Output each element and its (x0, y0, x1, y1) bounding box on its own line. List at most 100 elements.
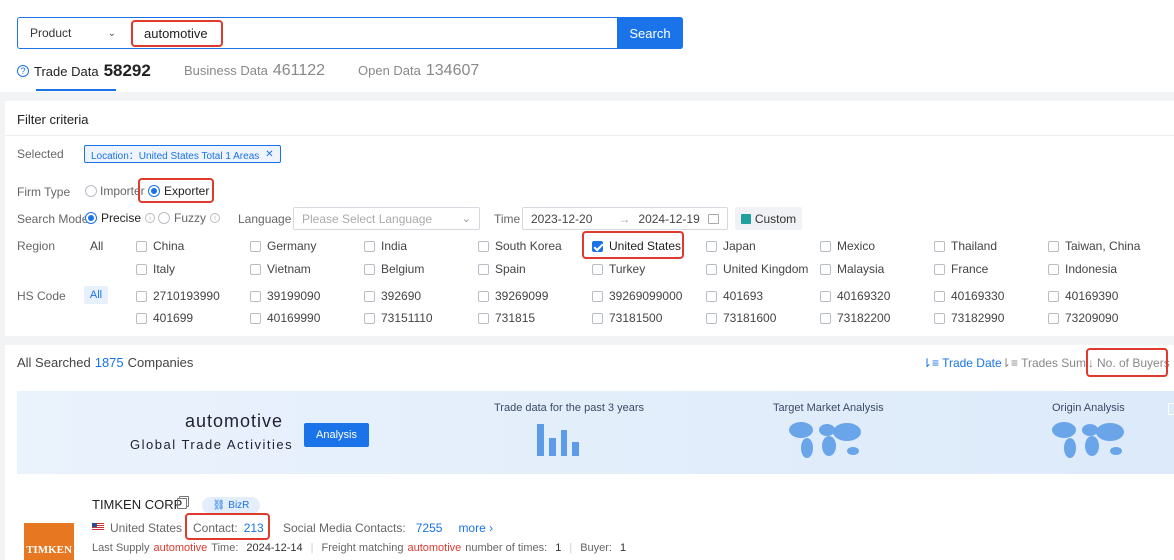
region-label: Germany (267, 239, 317, 253)
analysis-button[interactable]: Analysis (304, 423, 369, 447)
tab-open-data[interactable]: Open Data 134607 (358, 62, 479, 80)
region-label: Italy (153, 262, 176, 276)
hs-code-option[interactable]: 40169330 (934, 289, 1004, 303)
hs-code-option[interactable]: 73182990 (934, 311, 1004, 325)
hs-code-option[interactable]: 73151110 (364, 311, 433, 325)
hs-code-option[interactable]: 73181600 (706, 311, 776, 325)
region-option[interactable]: Belgium (364, 262, 424, 276)
country-flag-icon (92, 523, 104, 531)
region-option[interactable]: Mexico (820, 239, 875, 253)
last-supply-time-label: Time: (211, 542, 239, 554)
hs-code-option[interactable]: 401699 (136, 311, 193, 325)
region-option[interactable]: Germany (250, 239, 316, 253)
radio-exporter[interactable]: Exporter (148, 184, 209, 198)
tab-trade-data[interactable]: ? Trade Data 58292 (17, 61, 151, 81)
region-option[interactable]: France (934, 262, 988, 276)
copy-icon[interactable] (177, 498, 187, 509)
region-all[interactable]: All (90, 239, 103, 253)
hs-code-option[interactable]: 40169990 (250, 311, 320, 325)
bar (537, 424, 544, 456)
custom-label: Custom (754, 211, 797, 226)
hs-code-option[interactable]: 401693 (706, 289, 763, 303)
region-option[interactable]: India (364, 239, 407, 253)
tab-business-data[interactable]: Business Data 461122 (184, 62, 325, 80)
checkbox-icon (250, 312, 261, 324)
region-label: Malaysia (837, 262, 885, 276)
hs-code-option[interactable]: 39269099 (478, 289, 548, 303)
region-option[interactable]: South Korea (478, 239, 562, 253)
sort-icon: ⇂≡ (1001, 356, 1019, 370)
sort-no-of-buyers[interactable]: ↓ No. of Buyers (1088, 356, 1170, 370)
radio-label: Importer (100, 184, 145, 198)
search-input[interactable] (134, 20, 614, 46)
hs-code-option[interactable]: 392690 (364, 289, 421, 303)
region-option[interactable]: Malaysia (820, 262, 884, 276)
region-option[interactable]: Turkey (592, 262, 645, 276)
hs-code-option[interactable]: 39269099000 (592, 289, 682, 303)
company-logo[interactable]: TIMKEN (24, 523, 74, 560)
arrow-icon: → (618, 211, 631, 226)
region-option[interactable]: Vietnam (250, 262, 311, 276)
region-option[interactable]: United Kingdom (706, 262, 808, 276)
contact-info[interactable]: Contact: 213 (193, 521, 264, 535)
sort-label: No. of Buyers (1097, 356, 1170, 370)
region-label: France (951, 262, 989, 276)
radio-fuzzy[interactable]: Fuzzy i (158, 211, 221, 225)
radio-importer[interactable]: Importer (85, 184, 145, 198)
firm-type-label: Firm Type (17, 185, 71, 199)
checkbox-icon (250, 290, 261, 302)
date-range-picker[interactable]: 2023-12-20 → 2024-12-19 (522, 207, 728, 230)
region-option[interactable]: Thailand (934, 239, 997, 253)
custom-button[interactable]: Custom (735, 207, 802, 230)
hs-code-option[interactable]: 2710193990 (136, 289, 220, 303)
flag-canton (92, 523, 97, 527)
region-option[interactable]: China (136, 239, 184, 253)
radio-precise[interactable]: Precise i (85, 211, 156, 225)
chevron-down-icon: ⌄ (461, 213, 471, 225)
checkbox-icon (1048, 263, 1059, 275)
tab-count: 58292 (103, 61, 151, 80)
region-option[interactable]: Taiwan, China (1048, 239, 1140, 253)
results-prefix: All Searched (17, 355, 91, 370)
social-info[interactable]: Social Media Contacts: 7255 more › (283, 521, 493, 535)
badge-label: BizR (228, 500, 250, 511)
social-value[interactable]: 7255 (416, 521, 443, 535)
selected-tag[interactable]: Location：United States Total 1 Areas ✕ (84, 145, 281, 163)
company-name[interactable]: TIMKEN CORP (92, 497, 182, 512)
hs-code-label: 73151110 (381, 311, 433, 325)
close-icon[interactable]: ✕ (265, 149, 273, 160)
checkbox-icon (934, 312, 945, 324)
search-button[interactable]: Search (617, 17, 683, 49)
region-option[interactable]: Indonesia (1048, 262, 1117, 276)
last-supply-label: Last Supply (92, 542, 150, 554)
hs-code-label: 392690 (381, 289, 422, 303)
language-select[interactable]: Please Select Language ⌄ (293, 207, 480, 230)
hs-code-option[interactable]: 73181500 (592, 311, 662, 325)
banner-edge-icon (1168, 403, 1174, 415)
social-label: Social Media Contacts: (283, 521, 406, 535)
sort-trades-sum[interactable]: ⇂≡ Trades Sum (1001, 356, 1086, 370)
region-option[interactable]: Japan (706, 239, 756, 253)
region-label: Mexico (837, 239, 876, 253)
hs-all[interactable]: All (84, 286, 108, 304)
region-option[interactable]: Italy (136, 262, 175, 276)
tab-count: 461122 (272, 62, 326, 79)
language-label: Language (238, 212, 292, 226)
category-select[interactable]: Product ⌄ (18, 18, 128, 48)
contact-value[interactable]: 213 (244, 521, 264, 535)
more-link[interactable]: more › (458, 521, 493, 535)
hs-code-option[interactable]: 40169390 (1048, 289, 1118, 303)
hs-code-option[interactable]: 39199090 (250, 289, 320, 303)
region-option[interactable]: Spain (478, 262, 526, 276)
checkbox-icon (478, 312, 489, 324)
bizr-badge[interactable]: ⛓ BizR (202, 497, 260, 514)
region-option[interactable]: United States (592, 239, 681, 253)
hs-code-option[interactable]: 40169320 (820, 289, 890, 303)
region-label: Indonesia (1065, 262, 1118, 276)
hs-code-option[interactable]: 73209090 (1048, 311, 1118, 325)
sort-trade-date[interactable]: ⇂≡ Trade Date (922, 356, 1002, 370)
results-suffix: Companies (127, 355, 194, 370)
checkbox-icon (820, 290, 831, 302)
hs-code-option[interactable]: 73182200 (820, 311, 890, 325)
hs-code-option[interactable]: 731815 (478, 311, 535, 325)
